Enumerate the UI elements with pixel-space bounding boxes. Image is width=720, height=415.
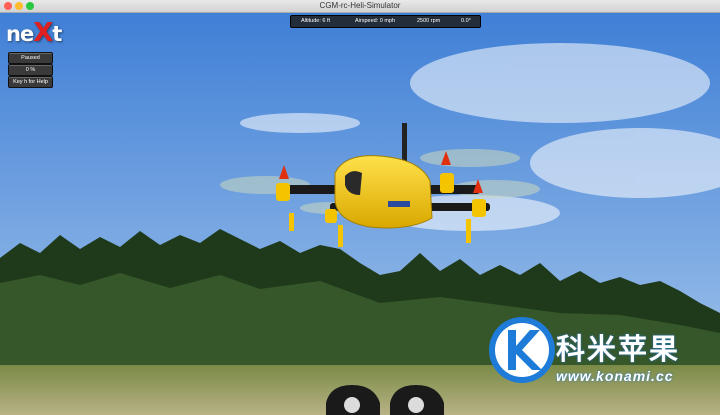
angle-readout: 0.0° [461,18,471,24]
next-logo: neXt [6,18,62,48]
throttle-percent-button[interactable]: 0 % [8,64,53,76]
paused-button[interactable]: Paused [8,52,53,64]
telemetry-hud: Altitude: 6 ft Airspeed: 0 mph 2500 rpm … [290,15,481,28]
rpm-readout: 2500 rpm [417,18,441,24]
help-button[interactable]: Key h for Help [8,76,53,88]
watermark: 科米苹果 www.konami.cc [488,322,718,394]
title-bar: CGM-rc-Heli-Simulator [0,0,720,13]
watermark-url: www.konami.cc [556,368,674,384]
airspeed-readout: Airspeed: 0 mph [355,18,396,24]
altitude-readout: Altitude: 6 ft [301,18,331,24]
window-title: CGM-rc-Heli-Simulator [319,1,401,10]
watermark-chinese-text: 科米苹果 [556,334,681,366]
